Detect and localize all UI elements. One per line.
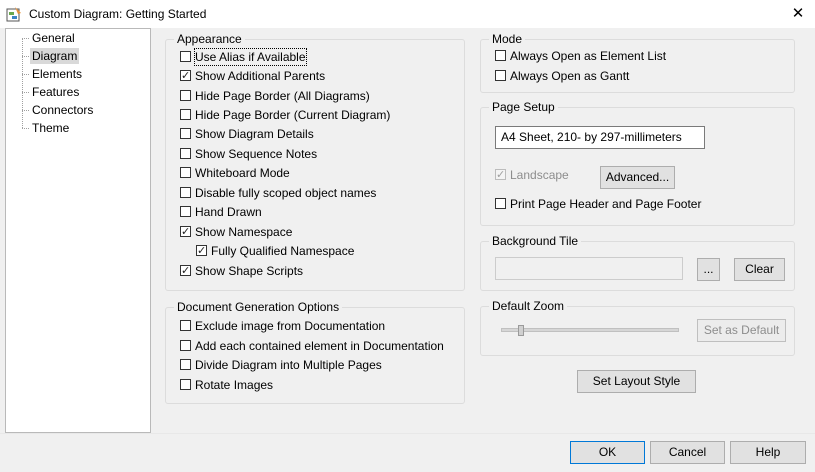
docgen-title: Document Generation Options bbox=[174, 300, 343, 314]
checkbox-label: Disable fully scoped object names bbox=[195, 186, 377, 200]
appearance-title: Appearance bbox=[174, 32, 245, 46]
tree-connector bbox=[22, 128, 29, 129]
tree-connector bbox=[22, 56, 29, 57]
clear-button[interactable]: Clear bbox=[734, 258, 785, 281]
checkbox-box[interactable] bbox=[180, 90, 191, 101]
tree-connector bbox=[22, 38, 23, 128]
checkbox-box[interactable] bbox=[180, 263, 191, 279]
checkbox-label: Always Open as Element List bbox=[510, 49, 667, 63]
checkbox-box[interactable] bbox=[495, 50, 506, 61]
zoom-slider-track[interactable] bbox=[501, 328, 679, 332]
checkbox-box[interactable] bbox=[180, 206, 191, 217]
advanced-button[interactable]: Advanced... bbox=[600, 166, 675, 189]
tree-connector bbox=[22, 74, 29, 75]
checkbox-box[interactable] bbox=[180, 187, 191, 198]
checkbox-label: Hide Page Border (Current Diagram) bbox=[195, 108, 391, 122]
checkbox-box[interactable] bbox=[180, 379, 191, 390]
page-size-field[interactable]: A4 Sheet, 210- by 297-millimeters bbox=[495, 126, 705, 149]
tree-item-general[interactable]: General bbox=[30, 30, 77, 46]
checkbox-box[interactable] bbox=[180, 320, 191, 331]
browse-button[interactable]: ... bbox=[697, 258, 720, 281]
checkbox-box[interactable] bbox=[495, 167, 506, 183]
checkbox-label: Show Namespace bbox=[195, 225, 293, 239]
background-tile-title: Background Tile bbox=[489, 234, 582, 248]
set-layout-style-button[interactable]: Set Layout Style bbox=[577, 370, 696, 393]
default-zoom-title: Default Zoom bbox=[489, 299, 568, 313]
checkbox-label: Whiteboard Mode bbox=[195, 166, 290, 180]
tree-item-theme[interactable]: Theme bbox=[30, 120, 71, 136]
checkbox-box[interactable] bbox=[180, 359, 191, 370]
footer-separator bbox=[0, 433, 815, 434]
checkbox-box[interactable] bbox=[180, 148, 191, 159]
checkbox-label: Print Page Header and Page Footer bbox=[510, 197, 702, 211]
checkbox-label: Use Alias if Available bbox=[194, 48, 307, 66]
checkbox-label: Hand Drawn bbox=[195, 205, 262, 219]
checkbox-box[interactable] bbox=[495, 198, 506, 209]
checkbox-box[interactable] bbox=[180, 68, 191, 84]
set-as-default-button[interactable]: Set as Default bbox=[697, 319, 786, 342]
cancel-button[interactable]: Cancel bbox=[650, 441, 725, 464]
tree-item-diagram[interactable]: Diagram bbox=[30, 48, 80, 64]
tree-connector bbox=[22, 38, 29, 39]
tree-item-connectors[interactable]: Connectors bbox=[30, 102, 95, 118]
tree-connector bbox=[22, 92, 29, 93]
checkbox-label: Exclude image from Documentation bbox=[195, 319, 386, 333]
checkbox-label: Fully Qualified Namespace bbox=[211, 244, 355, 258]
tree-item-features[interactable]: Features bbox=[30, 84, 81, 100]
checkbox-box[interactable] bbox=[180, 51, 191, 62]
tree-connector bbox=[22, 110, 29, 111]
checkbox-label: Show Sequence Notes bbox=[195, 147, 318, 161]
zoom-slider-thumb[interactable] bbox=[518, 325, 524, 336]
checkbox-label: Show Diagram Details bbox=[195, 127, 314, 141]
checkbox-box[interactable] bbox=[180, 340, 191, 351]
checkbox-box[interactable] bbox=[196, 243, 207, 259]
tree-item-elements[interactable]: Elements bbox=[30, 66, 84, 82]
close-icon[interactable]: ✕ bbox=[784, 1, 812, 27]
checkbox-box[interactable] bbox=[180, 128, 191, 139]
title-bar: Custom Diagram: Getting Started ✕ bbox=[0, 0, 815, 28]
checkbox-label: Landscape bbox=[510, 168, 569, 182]
help-button[interactable]: Help bbox=[730, 441, 806, 464]
checkbox-label: Divide Diagram into Multiple Pages bbox=[195, 358, 382, 372]
checkbox-box[interactable] bbox=[180, 109, 191, 120]
checkbox-label: Rotate Images bbox=[195, 378, 274, 392]
page-setup-title: Page Setup bbox=[489, 100, 558, 114]
diagram-app-icon bbox=[6, 7, 21, 22]
category-tree: General Diagram Elements Features Connec… bbox=[5, 28, 151, 433]
checkbox-box[interactable] bbox=[180, 167, 191, 178]
window-title: Custom Diagram: Getting Started bbox=[29, 7, 207, 21]
checkbox-label: Hide Page Border (All Diagrams) bbox=[195, 89, 370, 103]
checkbox-box[interactable] bbox=[495, 70, 506, 81]
checkbox-label: Show Additional Parents bbox=[195, 69, 326, 83]
checkbox-label: Always Open as Gantt bbox=[510, 69, 630, 83]
checkbox-label: Show Shape Scripts bbox=[195, 264, 304, 278]
mode-title: Mode bbox=[489, 32, 526, 46]
background-tile-field[interactable] bbox=[495, 257, 683, 280]
ok-button[interactable]: OK bbox=[570, 441, 645, 464]
checkbox-box[interactable] bbox=[180, 224, 191, 240]
checkbox-label: Add each contained element in Documentat… bbox=[195, 339, 444, 353]
